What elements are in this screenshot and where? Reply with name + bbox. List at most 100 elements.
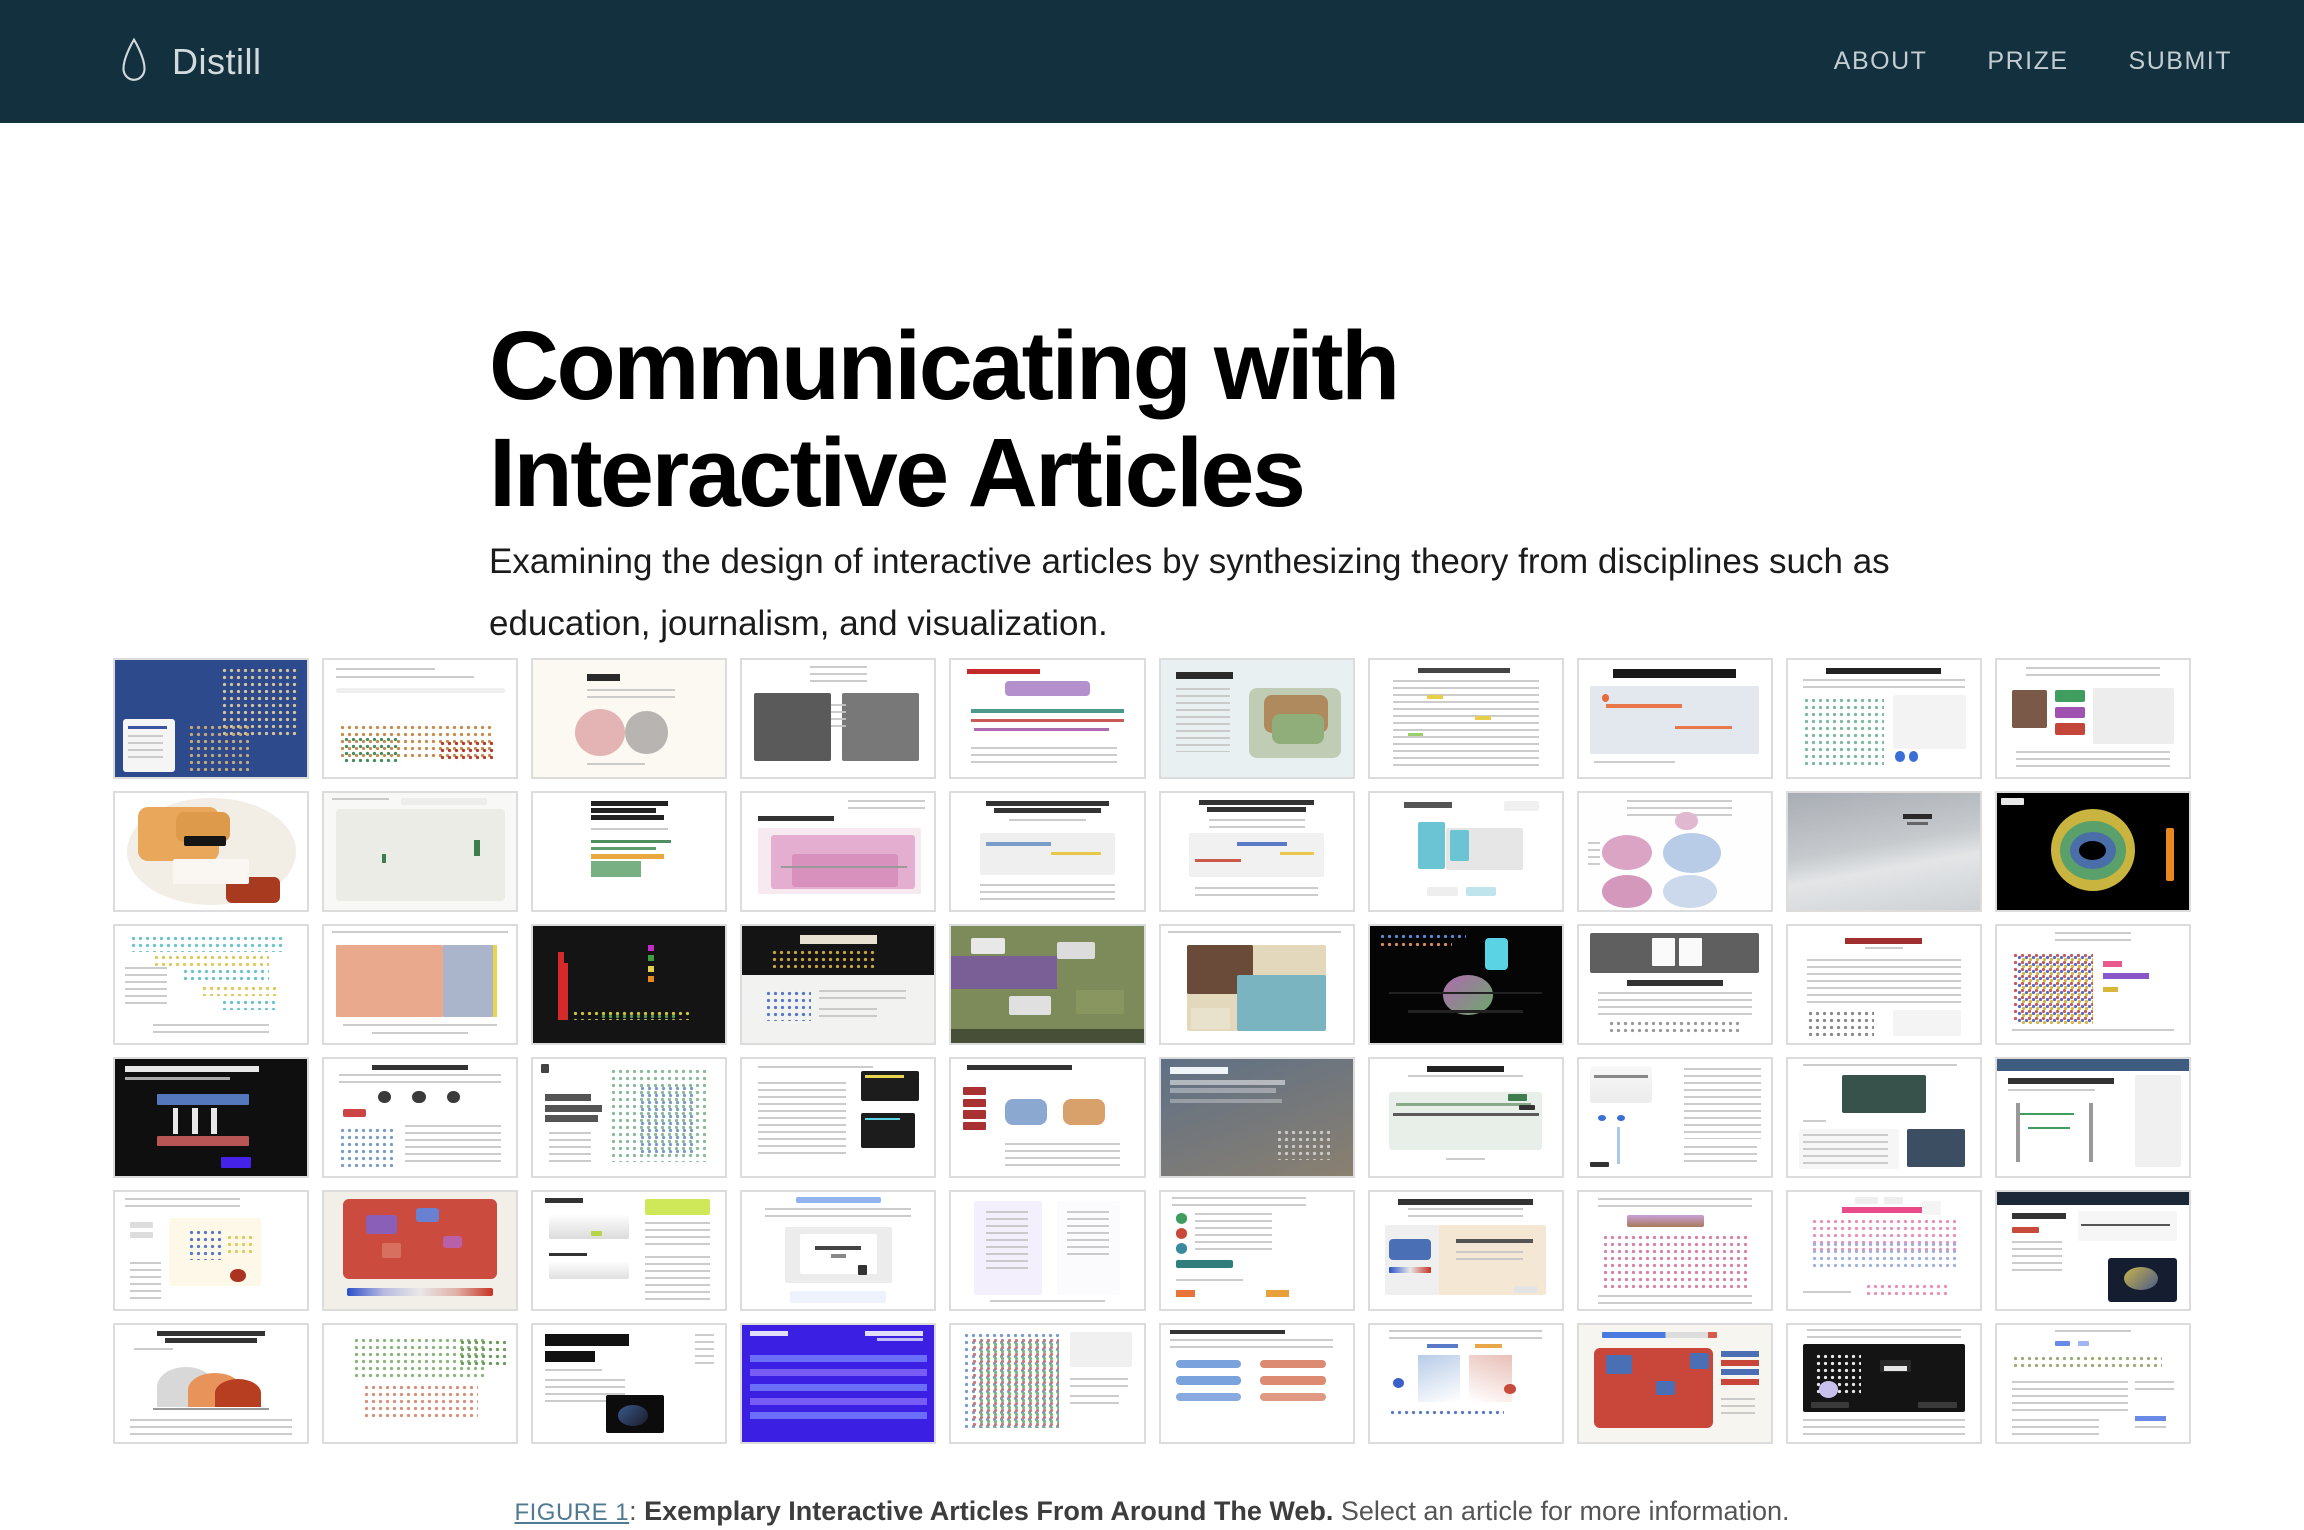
thumbnail[interactable] [1577, 1057, 1773, 1178]
thumbnail[interactable] [531, 658, 727, 779]
thumbnail[interactable] [1786, 1057, 1982, 1178]
thumbnail[interactable] [1577, 658, 1773, 779]
thumbnail[interactable] [740, 791, 936, 912]
thumbnail[interactable] [1368, 1323, 1564, 1444]
thumbnail-layer [125, 967, 167, 1004]
thumbnail-layer [971, 719, 1125, 723]
thumbnail[interactable] [322, 1057, 518, 1178]
figure-1-link[interactable]: FIGURE 1 [514, 1499, 629, 1526]
figure-caption: FIGURE 1: Exemplary Interactive Articles… [0, 1496, 2304, 1527]
thumbnail[interactable] [531, 924, 727, 1045]
thumbnail[interactable] [322, 1190, 518, 1311]
thumbnail-layer [2008, 1089, 2094, 1094]
thumbnail[interactable] [949, 1057, 1145, 1178]
thumbnail[interactable] [1368, 791, 1564, 912]
thumbnail[interactable] [531, 1190, 727, 1311]
thumbnail[interactable] [113, 1323, 309, 1444]
thumbnail[interactable] [740, 924, 936, 1045]
thumbnail-layer [2089, 1103, 2093, 1162]
thumbnail-layer [332, 798, 390, 803]
thumbnail-layer [951, 1029, 1143, 1043]
thumbnail[interactable] [1577, 1190, 1773, 1311]
thumbnail-layer [549, 1132, 591, 1162]
thumbnail[interactable] [531, 1057, 727, 1178]
thumbnail-layer [1845, 938, 1922, 944]
thumbnail-layer [1389, 1239, 1431, 1260]
thumbnail[interactable] [1995, 1323, 2191, 1444]
thumbnail-layer [1684, 1146, 1757, 1167]
thumbnail-layer [815, 1246, 861, 1251]
thumbnail-layer [226, 1234, 253, 1255]
thumbnail[interactable] [113, 791, 309, 912]
thumbnail-layer [758, 816, 835, 821]
thumbnail-layer [994, 808, 1102, 813]
thumbnail[interactable] [1995, 658, 2191, 779]
thumbnail[interactable] [322, 924, 518, 1045]
thumbnail[interactable] [1786, 1323, 1982, 1444]
thumbnail[interactable] [740, 1190, 936, 1311]
thumbnail[interactable] [1368, 924, 1564, 1045]
thumbnail[interactable] [1786, 658, 1982, 779]
thumbnail[interactable] [1786, 1190, 1982, 1311]
thumbnail[interactable] [1995, 791, 2191, 912]
thumbnail[interactable] [1159, 1190, 1355, 1311]
thumbnail[interactable] [1368, 1190, 1564, 1311]
thumbnail-layer [1237, 975, 1325, 1031]
thumbnail[interactable] [1577, 791, 1773, 912]
thumbnail-layer [750, 1412, 927, 1419]
nav-link-about[interactable]: ABOUT [1834, 47, 1928, 76]
thumbnail-layer [1176, 1260, 1234, 1268]
thumbnail[interactable] [531, 1323, 727, 1444]
thumbnail-layer [865, 1331, 923, 1336]
nav-link-prize[interactable]: PRIZE [1987, 47, 2068, 76]
thumbnail-layer [1997, 1192, 2189, 1205]
thumbnail[interactable] [1786, 924, 1982, 1045]
thumbnail[interactable] [949, 1323, 1145, 1444]
thumbnail-layer [1469, 1355, 1511, 1402]
thumbnail[interactable] [322, 1323, 518, 1444]
thumbnail-layer [1427, 887, 1458, 896]
thumbnail[interactable] [1995, 1190, 2191, 1311]
thumbnail[interactable] [1995, 924, 2191, 1045]
thumbnail[interactable] [949, 658, 1145, 779]
thumbnail[interactable] [1577, 1323, 1773, 1444]
thumbnail-layer [2135, 1426, 2166, 1431]
thumbnail[interactable] [1159, 791, 1355, 912]
distill-brand[interactable]: Distill [118, 37, 262, 87]
thumbnail[interactable] [113, 1057, 309, 1178]
thumbnail[interactable] [949, 1190, 1145, 1311]
thumbnail-layer [758, 1066, 873, 1073]
thumbnail-layer [2055, 723, 2086, 735]
thumbnail-layer [1389, 1267, 1431, 1273]
thumbnail[interactable] [1159, 1323, 1355, 1444]
thumbnail[interactable] [1995, 1057, 2191, 1178]
thumbnail[interactable] [1159, 1057, 1355, 1178]
thumbnail[interactable] [949, 924, 1145, 1045]
thumbnail[interactable] [1786, 791, 1982, 912]
thumbnail-layer [2012, 1241, 2062, 1276]
thumbnail-layer [750, 1398, 927, 1405]
thumbnail[interactable] [1368, 1057, 1564, 1178]
thumbnail[interactable] [322, 791, 518, 912]
thumbnail[interactable] [531, 791, 727, 912]
thumbnail-layer [1209, 819, 1305, 828]
thumbnail-layer [1456, 1239, 1533, 1244]
thumbnail[interactable] [740, 658, 936, 779]
nav-link-submit[interactable]: SUBMIT [2129, 47, 2232, 76]
thumbnail-layer [1260, 1393, 1325, 1401]
thumbnail[interactable] [949, 791, 1145, 912]
thumbnail[interactable] [1159, 658, 1355, 779]
thumbnail[interactable] [1577, 924, 1773, 1045]
thumbnail[interactable] [1368, 658, 1564, 779]
thumbnail[interactable] [113, 658, 309, 779]
brand-name[interactable]: Distill [172, 41, 262, 83]
thumbnail[interactable] [1159, 924, 1355, 1045]
thumbnail[interactable] [740, 1057, 936, 1178]
thumbnail[interactable] [113, 924, 309, 1045]
thumbnail[interactable] [322, 658, 518, 779]
thumbnail-layer [2103, 961, 2122, 967]
thumbnail[interactable] [113, 1190, 309, 1311]
thumbnail-layer [1408, 1208, 1523, 1217]
thumbnail[interactable] [740, 1323, 936, 1444]
thumbnail-layer [1907, 1129, 1965, 1166]
